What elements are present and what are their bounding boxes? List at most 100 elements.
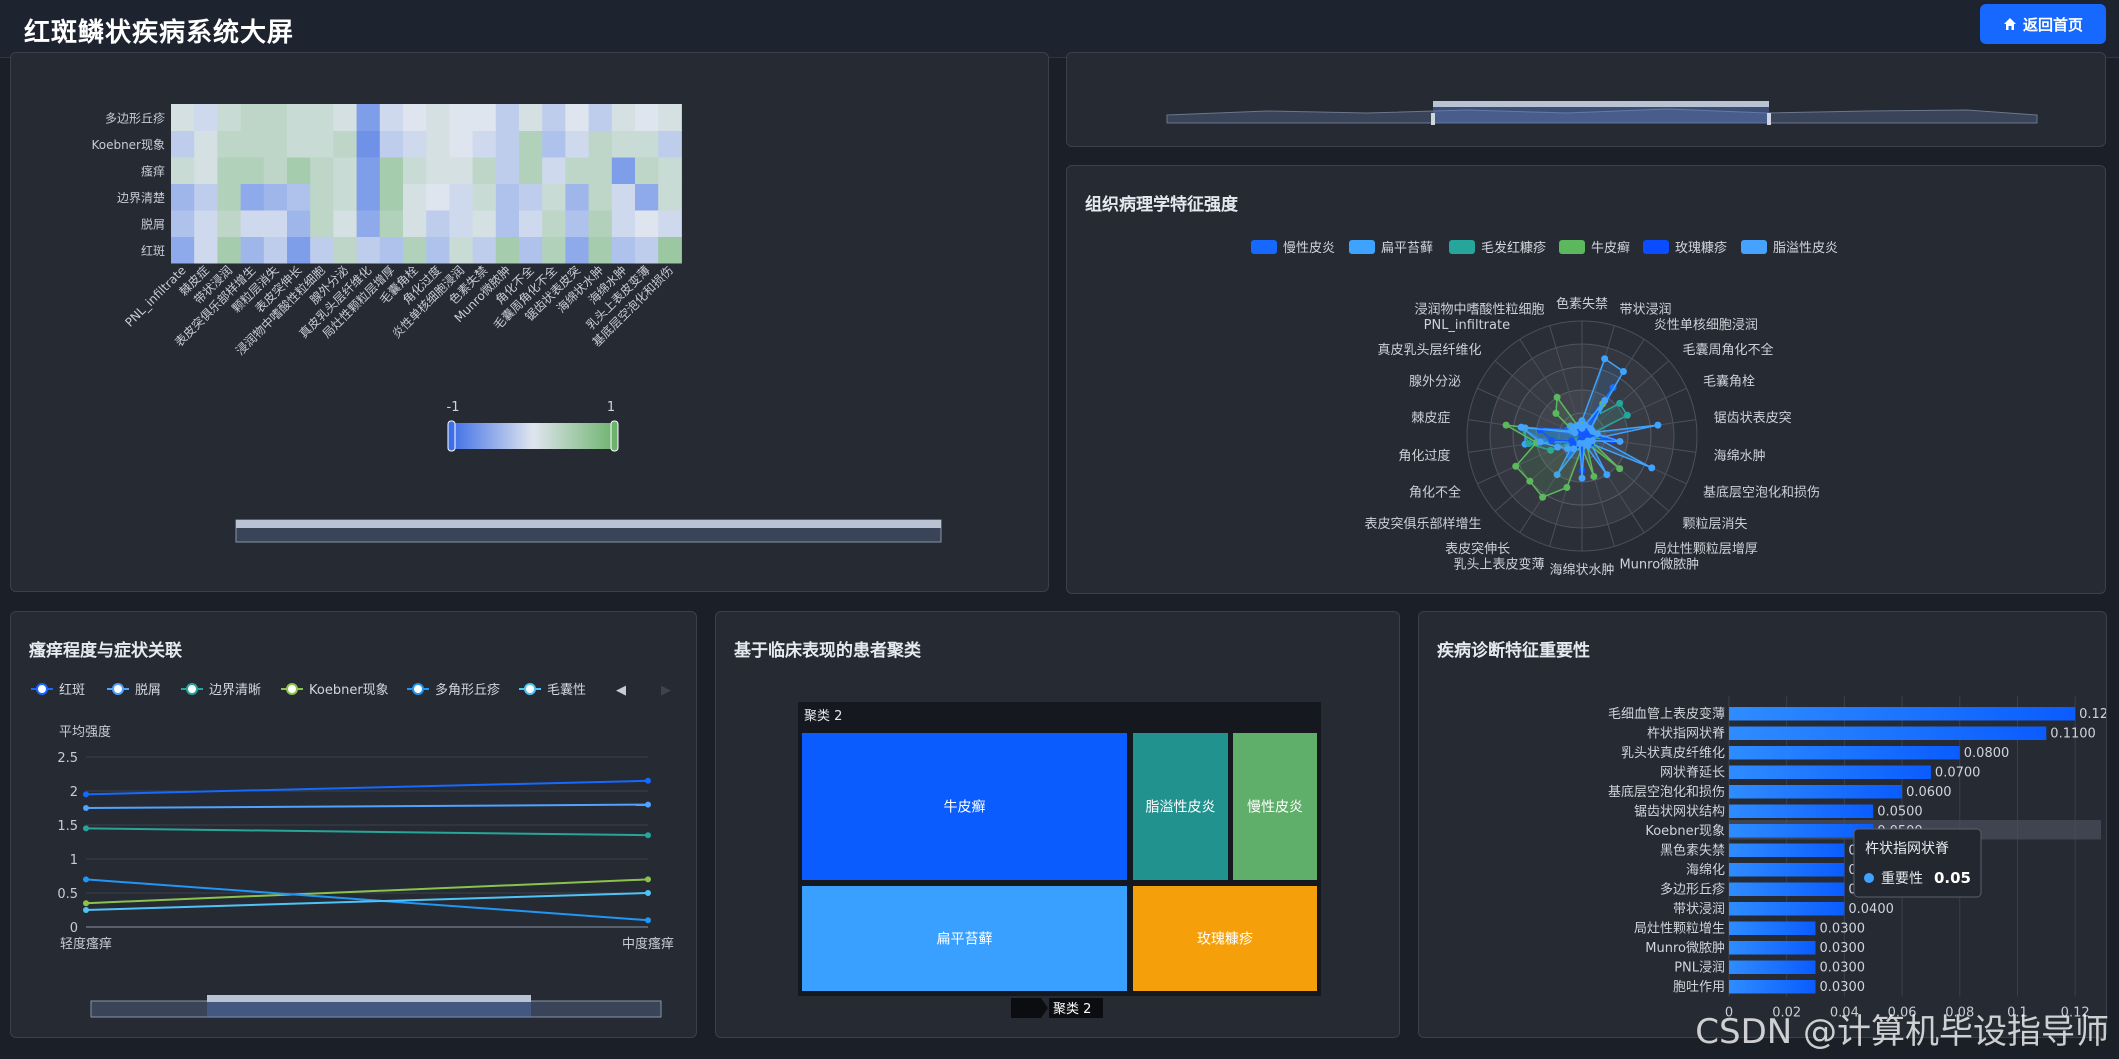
radar-indicator-label: Munro微脓肿: [1619, 557, 1699, 573]
page-title: 红斑鳞状疾病系统大屏: [24, 18, 295, 48]
radar-indicator-label: 局灶性颗粒层增厚: [1654, 542, 1758, 557]
treemap-node-label: 扁平苔藓: [937, 931, 993, 948]
heatmap-datazoom-bar: [236, 520, 941, 528]
heatmap-cell: [240, 130, 265, 158]
heatmap-cell: [263, 236, 288, 264]
heatmap-cell: [287, 236, 311, 264]
radar-legend-swatch: [1643, 240, 1669, 254]
radar-point: [1502, 421, 1510, 429]
radar-point: [1601, 397, 1609, 405]
heatmap-cell: [263, 210, 288, 237]
heatmap-cell: [240, 236, 265, 264]
heatmap-cell: [379, 236, 404, 264]
heatmap-cell: [171, 104, 195, 131]
heatmap-cell: [333, 130, 358, 158]
bar: [1729, 921, 1816, 935]
radar-panel: 组织病理学特征强度 慢性皮炎 扁平苔藓 毛发红糠疹 牛皮癣 玫瑰糠疹 脂溢性皮炎 色素失禁带…: [1066, 165, 2106, 594]
heatmap-cell: [403, 130, 427, 158]
bar: [1729, 960, 1816, 974]
heatmap-cell: [449, 183, 474, 211]
line-point: [645, 890, 651, 896]
home-icon: [2003, 18, 2016, 30]
heatmap-cell: [611, 104, 636, 131]
radar-point: [1536, 438, 1544, 446]
heatmap-cell: [635, 157, 659, 184]
radar-point: [1654, 421, 1662, 429]
heatmap-cell: [426, 104, 450, 131]
watermark: CSDN @计算机毕设指导师: [1695, 1012, 2109, 1052]
heatmap-cell: [519, 104, 543, 131]
heatmap-cell: [426, 210, 450, 237]
heatmap-cell: [171, 210, 195, 237]
radar-legend-label: 扁平苔藓: [1381, 241, 1433, 256]
radar-indicator-label: 角化过度: [1398, 448, 1450, 464]
line-legend-label: 毛囊性: [547, 682, 586, 698]
heatmap-cell: [379, 157, 404, 184]
heatmap-cell: [495, 183, 520, 211]
treemap-breadcrumb-home: [1011, 998, 1048, 1018]
line-legend-label: 多角形丘疹: [435, 682, 500, 698]
heatmap-row-label: 边界清楚: [117, 191, 165, 205]
radar-point: [1552, 409, 1560, 417]
treemap-panel: 基于临床表现的患者聚类 聚类 2 牛皮癣 扁平苔藓 脂溢性皮炎 慢性皮炎 玫瑰糠疹 聚类 2: [715, 611, 1400, 1038]
importance-panel: 疾病诊断特征重要性 0 0.02 0.04 0.06 0.08 0.1 0.12 毛细血管上表…: [1418, 611, 2107, 1038]
line-y-tick: 0: [70, 921, 78, 936]
line-legend-marker: [524, 683, 536, 695]
bar: [1729, 746, 1960, 760]
bar-category-label: PNL浸润: [1674, 961, 1725, 976]
line-point: [83, 805, 89, 811]
heatmap-cell: [310, 130, 334, 158]
radar-indicator-label: 表皮突伸长: [1445, 541, 1510, 557]
heatmap-cell: [379, 183, 404, 211]
heatmap-cell: [194, 236, 218, 264]
heatmap-cell: [194, 157, 218, 184]
heatmap-cell: [217, 236, 242, 264]
radar-point: [1593, 430, 1601, 438]
bar-value-label: 0.0600: [1906, 785, 1952, 800]
bar-value-label: 0.0300: [1820, 980, 1866, 995]
datazoom-slider[interactable]: [1067, 53, 2106, 147]
radar-chart: 慢性皮炎 扁平苔藓 毛发红糠疹 牛皮癣 玫瑰糠疹 脂溢性皮炎色素失禁 带状浸润炎性单核细胞浸…: [1251, 240, 1838, 578]
heatmap-cell: [519, 210, 543, 237]
home-button[interactable]: 返回首页: [1980, 4, 2106, 44]
heatmap-cell: [495, 104, 520, 131]
heatmap-chart: 红斑脱屑边界清楚瘙痒Koebner现象多边形丘疹PNL_infiltrate棘皮…: [91, 104, 942, 543]
radar-point: [1601, 355, 1609, 363]
heatmap-cell: [194, 130, 218, 158]
line-y-tick: 2.5: [57, 751, 78, 766]
treemap-node-label: 脂溢性皮炎: [1146, 800, 1216, 816]
heatmap-cell: [287, 104, 311, 131]
heatmap-cell: [263, 130, 288, 158]
heatmap-cell: [658, 210, 682, 237]
treemap-cluster-header: 聚类 2: [804, 709, 842, 724]
heatmap-cell: [263, 104, 288, 131]
heatmap-cell: [635, 236, 659, 264]
radar-legend-label: 毛发红糠疹: [1481, 240, 1546, 256]
heatmap-cell: [565, 130, 590, 158]
radar-legend-label: 玫瑰糠疹: [1675, 240, 1727, 256]
bar-value-label: 0.0300: [1820, 961, 1866, 976]
heatmap-col-label: PNL_infiltrate: [122, 263, 188, 329]
heatmap-cell: [403, 157, 427, 184]
heatmap-cell: [310, 210, 334, 237]
heatmap-row-label: Koebner现象: [91, 138, 165, 152]
radar-legend-swatch: [1559, 240, 1585, 254]
heatmap-cell: [356, 157, 381, 184]
bar: [1729, 785, 1903, 799]
heatmap-cell: [171, 157, 195, 184]
line-point: [83, 825, 89, 832]
bar-value-label: 0.0300: [1820, 922, 1866, 937]
heatmap-cell: [426, 183, 450, 211]
line-chart: 红斑 脱屑 边界清晰 Koebner现象 多角形丘疹 毛囊性 ◀ ▶ 平均强度 2.5 2 1.5 1 0…: [31, 682, 674, 1018]
heatmap-cell: [611, 130, 636, 158]
heatmap-cell: [658, 183, 682, 211]
radar-point: [1570, 445, 1578, 453]
radar-legend-swatch: [1349, 240, 1375, 254]
heatmap-cell: [240, 157, 265, 184]
radar-indicator-label: 海绵状水肿: [1549, 563, 1614, 578]
heatmap-cell: [542, 157, 566, 184]
heatmap-cell: [519, 236, 543, 264]
radar-indicator-label: 角化不全: [1409, 484, 1461, 500]
heatmap-cell: [472, 236, 497, 264]
bar-category-label: 乳头状真皮纤维化: [1621, 746, 1725, 761]
